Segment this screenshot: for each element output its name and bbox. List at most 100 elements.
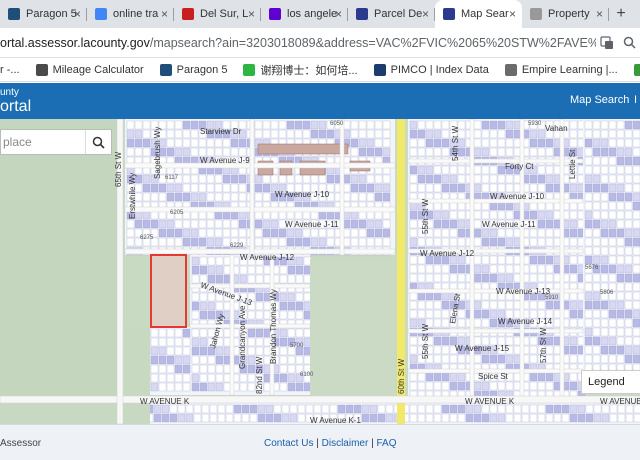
lot-parcel[interactable] xyxy=(489,228,498,238)
lot-parcel[interactable] xyxy=(382,138,391,148)
lot-parcel[interactable] xyxy=(425,413,434,423)
lot-parcel[interactable] xyxy=(206,183,215,193)
lot-parcel[interactable] xyxy=(295,301,304,311)
vacant-land[interactable] xyxy=(0,403,150,424)
lot-parcel[interactable] xyxy=(209,404,218,414)
lot-parcel[interactable] xyxy=(433,219,442,229)
lot-parcel[interactable] xyxy=(457,381,466,391)
lot-parcel[interactable] xyxy=(198,228,207,238)
lot-parcel[interactable] xyxy=(150,183,159,193)
lot-parcel[interactable] xyxy=(569,372,578,382)
lot-parcel[interactable] xyxy=(433,381,442,391)
lot-parcel[interactable] xyxy=(489,174,498,184)
lot-parcel[interactable] xyxy=(350,237,359,247)
lot-parcel[interactable] xyxy=(473,413,482,423)
lot-parcel[interactable] xyxy=(481,255,490,265)
lot-parcel[interactable] xyxy=(537,237,546,247)
lot-parcel[interactable] xyxy=(608,354,617,364)
search-icon[interactable] xyxy=(618,32,640,54)
lot-parcel[interactable] xyxy=(166,382,175,392)
lot-parcel[interactable] xyxy=(254,237,263,247)
lot-parcel[interactable] xyxy=(608,156,617,166)
lot-parcel[interactable] xyxy=(481,354,490,364)
lot-parcel[interactable] xyxy=(270,129,279,139)
lot-parcel[interactable] xyxy=(616,336,625,346)
lot-parcel[interactable] xyxy=(616,237,625,247)
lot-parcel[interactable] xyxy=(286,237,295,247)
lot-parcel[interactable] xyxy=(174,183,183,193)
lot-parcel[interactable] xyxy=(358,147,367,157)
lot-parcel[interactable] xyxy=(182,373,191,383)
lot-parcel[interactable] xyxy=(529,147,538,157)
lot-parcel[interactable] xyxy=(433,228,442,238)
lot-parcel[interactable] xyxy=(433,165,442,175)
lot-parcel[interactable] xyxy=(247,355,256,365)
lot-parcel[interactable] xyxy=(366,174,375,184)
lot-parcel[interactable] xyxy=(417,165,426,175)
close-tab-icon[interactable]: × xyxy=(74,7,81,21)
lot-parcel[interactable] xyxy=(215,355,224,365)
lot-parcel[interactable] xyxy=(600,219,609,229)
lot-parcel[interactable] xyxy=(318,129,327,139)
lot-parcel[interactable] xyxy=(409,183,418,193)
lot-parcel[interactable] xyxy=(374,120,383,130)
lot-parcel[interactable] xyxy=(577,404,586,414)
lot-parcel[interactable] xyxy=(169,413,178,423)
lot-parcel[interactable] xyxy=(632,192,640,202)
lot-parcel[interactable] xyxy=(318,120,327,130)
lot-parcel[interactable] xyxy=(489,129,498,139)
lot-parcel[interactable] xyxy=(433,120,442,130)
lot-parcel[interactable] xyxy=(449,413,458,423)
lot-parcel[interactable] xyxy=(608,165,617,175)
lot-parcel[interactable] xyxy=(174,346,183,356)
bookmark-item[interactable]: Empire Learning |... xyxy=(504,63,618,76)
lot-parcel[interactable] xyxy=(294,174,303,184)
lot-parcel[interactable] xyxy=(624,291,633,301)
lot-parcel[interactable] xyxy=(158,355,167,365)
lot-parcel[interactable] xyxy=(497,273,506,283)
lot-parcel[interactable] xyxy=(302,237,311,247)
lot-parcel[interactable] xyxy=(569,129,578,139)
lot-parcel[interactable] xyxy=(608,192,617,202)
lot-parcel[interactable] xyxy=(287,292,296,302)
lot-parcel[interactable] xyxy=(473,174,482,184)
faq-link[interactable]: FAQ xyxy=(376,438,396,449)
lot-parcel[interactable] xyxy=(529,237,538,247)
lot-parcel[interactable] xyxy=(289,404,298,414)
lot-parcel[interactable] xyxy=(409,147,418,157)
lot-parcel[interactable] xyxy=(616,228,625,238)
lot-parcel[interactable] xyxy=(537,129,546,139)
lot-parcel[interactable] xyxy=(425,273,434,283)
lot-parcel[interactable] xyxy=(569,318,578,328)
built-parcel[interactable] xyxy=(257,143,349,155)
lot-parcel[interactable] xyxy=(161,404,170,414)
lot-parcel[interactable] xyxy=(608,129,617,139)
lot-parcel[interactable] xyxy=(409,237,418,247)
lot-parcel[interactable] xyxy=(182,237,191,247)
lot-parcel[interactable] xyxy=(545,237,554,247)
lot-parcel[interactable] xyxy=(262,174,271,184)
lot-parcel[interactable] xyxy=(166,138,175,148)
lot-parcel[interactable] xyxy=(600,246,609,256)
lot-parcel[interactable] xyxy=(433,318,442,328)
lot-parcel[interactable] xyxy=(608,174,617,184)
lot-parcel[interactable] xyxy=(350,120,359,130)
lot-parcel[interactable] xyxy=(624,300,633,310)
lot-parcel[interactable] xyxy=(201,404,210,414)
lot-parcel[interactable] xyxy=(169,404,178,414)
lot-parcel[interactable] xyxy=(182,355,191,365)
lot-parcel[interactable] xyxy=(449,264,458,274)
lot-parcel[interactable] xyxy=(190,147,199,157)
lot-parcel[interactable] xyxy=(214,228,223,238)
lot-parcel[interactable] xyxy=(215,382,224,392)
lot-parcel[interactable] xyxy=(199,301,208,311)
lot-parcel[interactable] xyxy=(425,372,434,382)
lot-parcel[interactable] xyxy=(255,292,264,302)
lot-parcel[interactable] xyxy=(126,147,135,157)
lot-parcel[interactable] xyxy=(409,336,418,346)
lot-parcel[interactable] xyxy=(616,120,625,130)
lot-parcel[interactable] xyxy=(632,147,640,157)
lot-parcel[interactable] xyxy=(222,147,231,157)
lot-parcel[interactable] xyxy=(207,373,216,383)
lot-parcel[interactable] xyxy=(592,174,601,184)
